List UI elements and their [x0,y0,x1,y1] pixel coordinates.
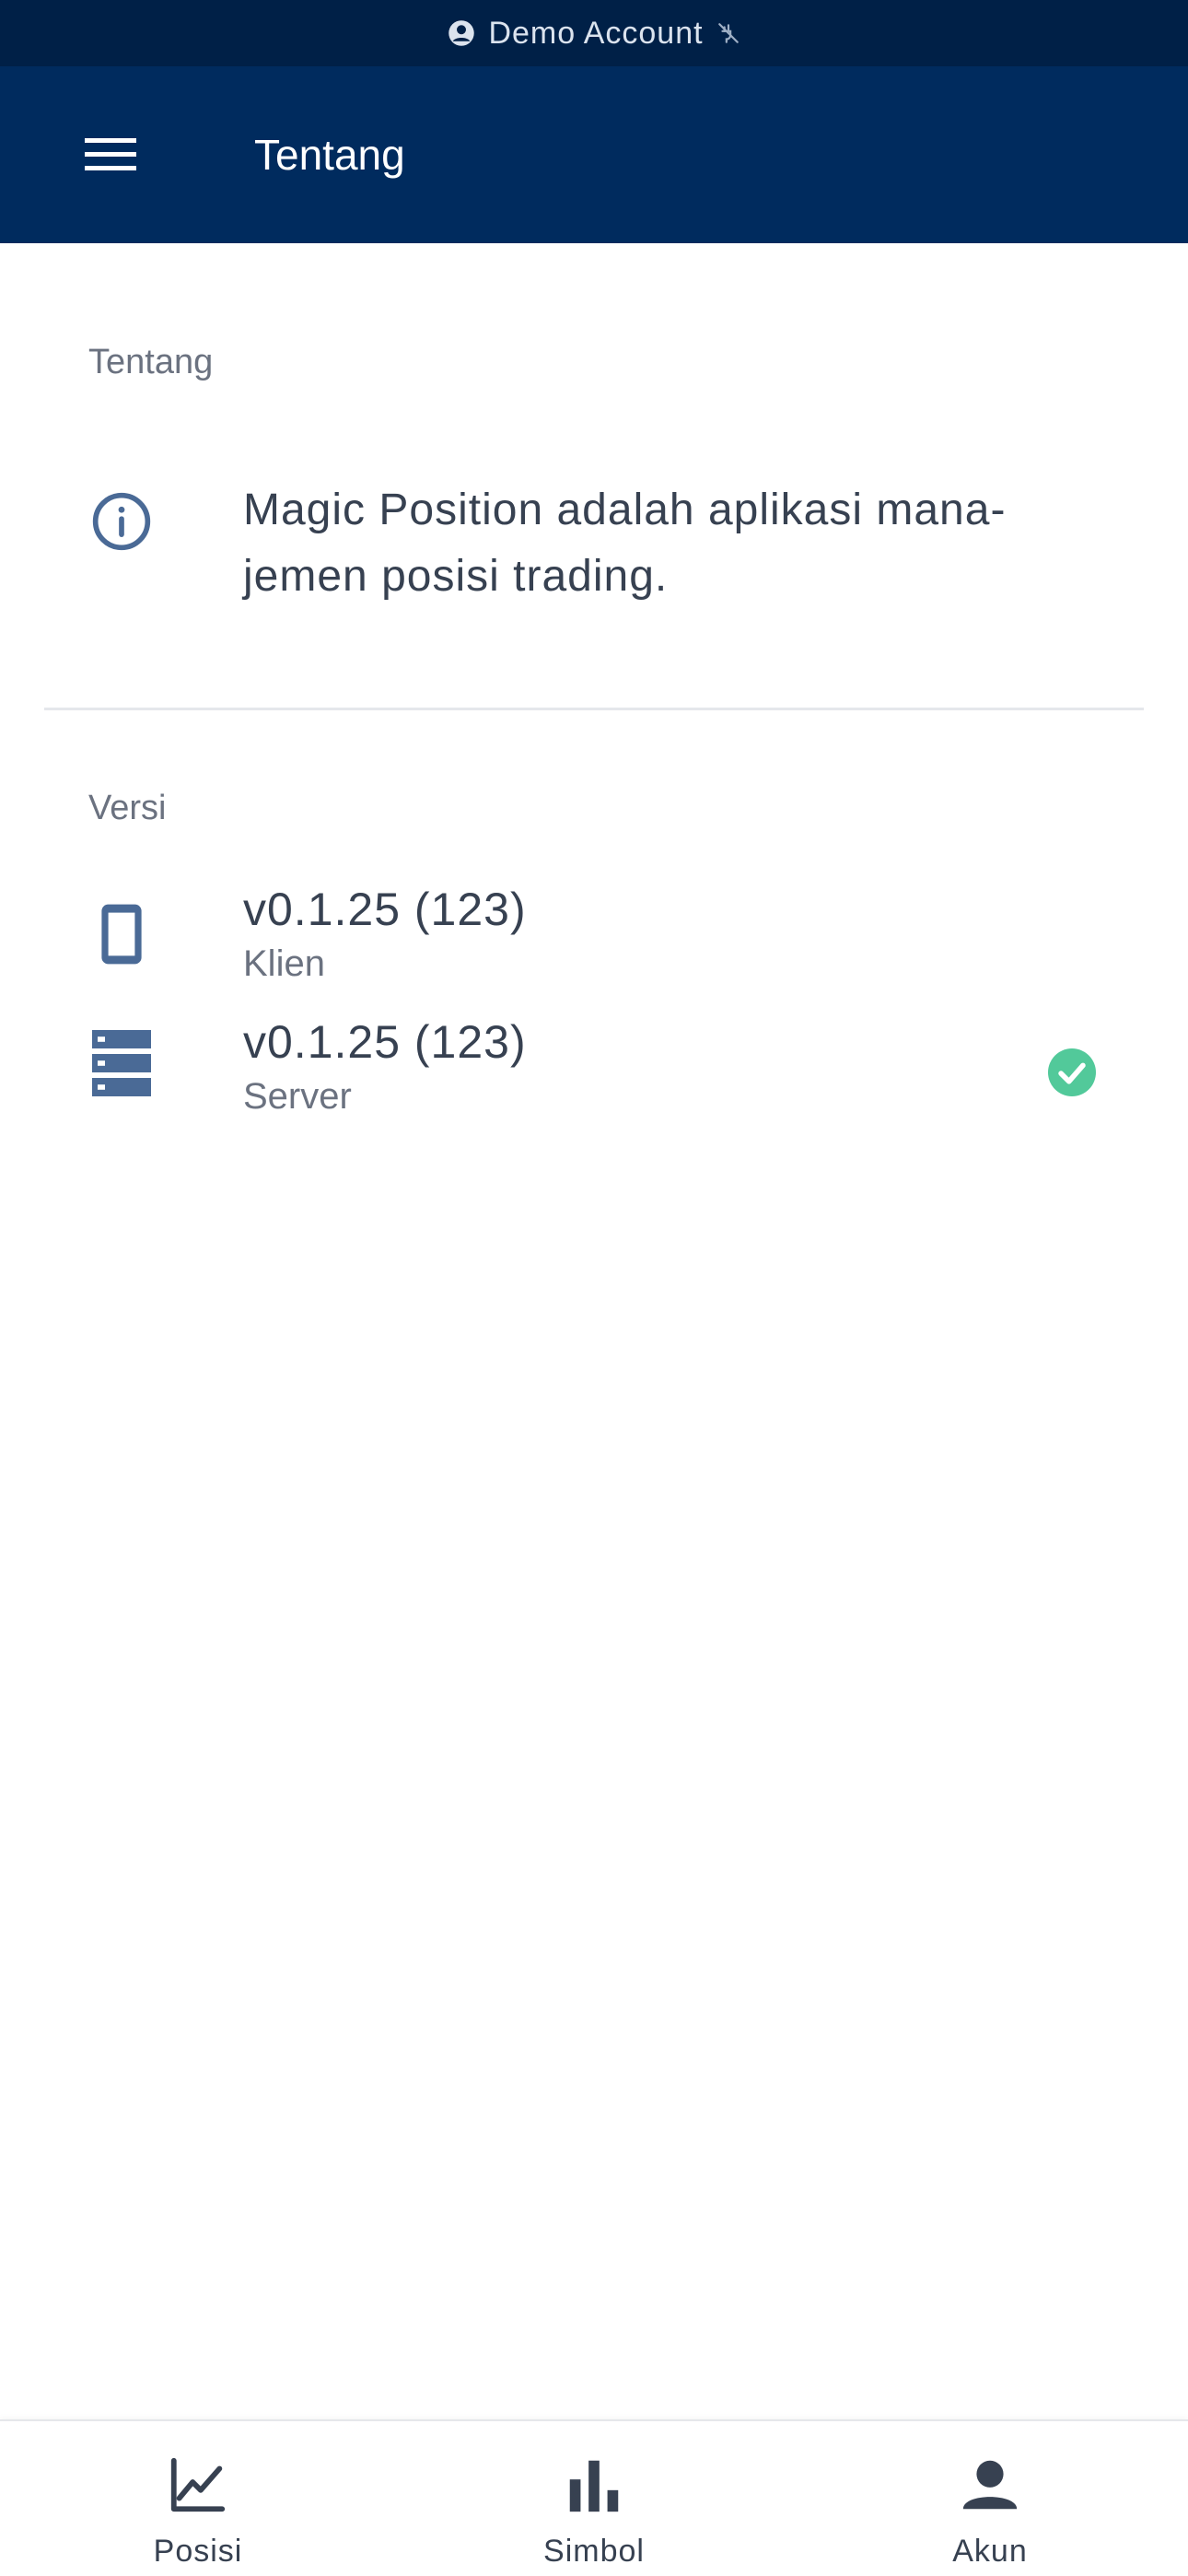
server-version-value: v0.1.25 (123) [243,1016,527,1068]
client-version-value: v0.1.25 (123) [243,884,527,935]
line-chart-icon [170,2457,226,2512]
client-version-label: Klien [243,943,325,984]
nav-item-posisi[interactable]: Posisi [87,2421,309,2576]
app-bar: Tentang [0,66,1188,243]
menu-button[interactable] [64,109,157,201]
nav-label-posisi: Posisi [153,2534,243,2569]
hamburger-menu-icon [85,138,136,170]
info-icon [92,492,151,551]
nav-item-akun[interactable]: Akun [879,2421,1101,2576]
version-section-header: Versi [88,789,167,827]
server-version-row: v0.1.25 (123) Server [0,1015,1188,1144]
plug-disconnected-icon [717,23,739,43]
nav-item-simbol[interactable]: Simbol [483,2421,705,2576]
person-icon [962,2460,1018,2510]
account-status-bar: Demo Account [0,0,1188,66]
bar-chart-icon [569,2460,619,2512]
nav-label-akun: Akun [952,2534,1028,2569]
nav-label-simbol: Simbol [543,2534,645,2569]
phone-icon [101,904,142,965]
server-icon [92,1030,151,1096]
bottom-navigation: Posisi Simbol Akun [0,2419,1188,2576]
check-circle-icon [1048,1048,1096,1096]
section-divider [44,708,1144,710]
client-version-row: v0.1.25 (123) Klien [0,883,1188,1012]
page-title: Tentang [254,131,405,179]
account-circle-icon [448,20,475,46]
about-section-header: Tentang [88,343,214,381]
about-description: Magic Position adalah aplikasi mana-jeme… [243,486,1007,601]
server-version-label: Server [243,1076,352,1117]
account-label: Demo Account [488,15,704,51]
